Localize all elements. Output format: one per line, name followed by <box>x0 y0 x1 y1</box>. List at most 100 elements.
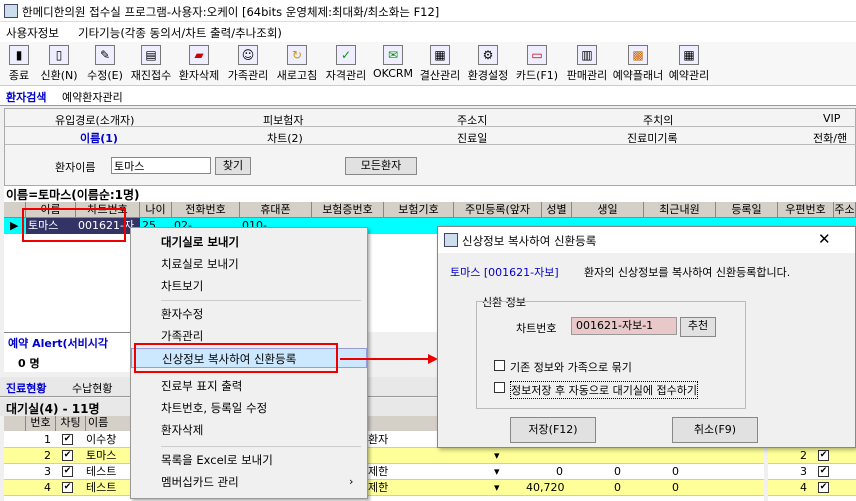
tab-reservation[interactable]: 예약환자관리 <box>62 89 123 105</box>
col-last-visit[interactable]: 최근내원 <box>644 202 716 218</box>
wcol-charting[interactable]: 차팅 <box>56 416 86 431</box>
criteria-chart[interactable]: 차트(2) <box>267 130 303 146</box>
criteria-doctor[interactable]: 주치의 <box>643 112 673 128</box>
patient-name-label: 환자이름 <box>55 161 96 174</box>
tab-payment-status[interactable]: 수납현황 <box>72 380 112 396</box>
menu-user-info[interactable]: 사용자정보 <box>6 25 59 41</box>
crm-icon: ✉ <box>383 45 403 65</box>
col-mobile[interactable]: 휴대폰 <box>240 202 312 218</box>
find-button[interactable]: 찾기 <box>215 157 251 175</box>
charting-checkbox[interactable]: ✔ <box>62 482 73 493</box>
mini-checkbox[interactable]: ✔ <box>818 450 829 461</box>
chart-no-field[interactable]: 001621-자보-1 <box>571 317 677 335</box>
col-zip[interactable]: 우편번호 <box>778 202 834 218</box>
row-pointer-icon: ▶ <box>10 219 19 232</box>
menu-membership-card[interactable]: 멤버십카드 관리 <box>131 472 367 492</box>
settlement-button[interactable]: ▦ 결산관리 <box>416 42 464 86</box>
col-insurance-no[interactable]: 보험증번호 <box>312 202 384 218</box>
list-item[interactable]: 3 ✔ 테스트 제한 ▾ 0 0 0 <box>4 464 764 480</box>
charting-checkbox[interactable]: ✔ <box>62 434 73 445</box>
tab-treatment-status[interactable]: 진료현황 <box>6 380 46 396</box>
reservation-button[interactable]: ▦ 예약관리 <box>664 42 714 86</box>
dropdown-arrow-icon[interactable]: ▾ <box>492 448 500 464</box>
wrow-no: 3 <box>44 465 51 478</box>
dropdown-arrow-icon[interactable]: ▾ <box>492 480 500 496</box>
dialog-title-bar: 신상정보 복사하여 신환등록 ✕ <box>438 227 855 253</box>
family-button[interactable]: ☺ 가족관리 <box>224 42 272 86</box>
mini-checkbox[interactable]: ✔ <box>818 482 829 493</box>
dialog-title: 신상정보 복사하여 신환등록 <box>462 234 597 248</box>
menu-delete-patient[interactable]: 환자삭제 <box>131 420 367 440</box>
title-bar: 한메디한의원 접수실 프로그램-사용자:오케이 [64bits 운영체제:최대화… <box>0 0 856 22</box>
all-patients-button[interactable]: 모든환자 <box>345 157 417 175</box>
save-button[interactable]: 저장(F12) <box>510 417 596 443</box>
criteria-vip[interactable]: VIP <box>823 112 840 125</box>
new-patient-button[interactable]: ▯ 신환(N) <box>37 42 81 86</box>
nav-tabs: 환자검색 예약환자관리 <box>0 86 856 106</box>
charting-checkbox[interactable]: ✔ <box>62 466 73 477</box>
settings-button[interactable]: ⚙ 환경설정 <box>464 42 512 86</box>
family-link-checkbox[interactable] <box>494 360 505 371</box>
recommend-button[interactable]: 추천 <box>680 317 716 337</box>
menu-export-excel[interactable]: 목록을 Excel로 보내기 <box>131 450 367 470</box>
charting-checkbox[interactable]: ✔ <box>62 450 73 461</box>
col-age[interactable]: 나이 <box>140 202 172 218</box>
card-button[interactable]: ▭ 카드(F1) <box>512 42 562 86</box>
criteria-visit-date[interactable]: 진료일 <box>457 130 487 146</box>
list-item[interactable]: 2 ✔ <box>768 448 856 464</box>
col-reg-date[interactable]: 등록일 <box>716 202 778 218</box>
menu-view-chart[interactable]: 차트보기 <box>131 276 367 296</box>
submenu-arrow-icon: › <box>349 475 354 488</box>
list-item[interactable]: 3 ✔ <box>768 464 856 480</box>
menu-send-waiting[interactable]: 대기실로 보내기 <box>131 232 367 252</box>
col-gender[interactable]: 성별 <box>542 202 572 218</box>
col-insurance-code[interactable]: 보험기호 <box>384 202 454 218</box>
col-phone[interactable]: 전화번호 <box>172 202 240 218</box>
menu-send-treatment[interactable]: 치료실로 보내기 <box>131 254 367 274</box>
menu-edit-chart-no[interactable]: 차트번호, 등록일 수정 <box>131 398 367 418</box>
settlement-icon: ▦ <box>430 45 450 65</box>
grid-header: 이름 차트번호 나이 전화번호 휴대폰 보험증번호 보험기호 주민등록(앞자 성… <box>4 202 856 218</box>
menu-edit-patient[interactable]: 환자수정 <box>131 304 367 324</box>
calendar-icon: ▦ <box>679 45 699 65</box>
search-criteria-row2: 이름(1) 차트(2) 진료일 진료미기록 전화/핸 <box>5 129 856 145</box>
col-address[interactable]: 주소 <box>834 202 856 218</box>
wcol-no[interactable]: 번호 <box>26 416 56 431</box>
patient-name-input[interactable]: 토마스 <box>111 157 211 174</box>
dropdown-arrow-icon[interactable]: ▾ <box>492 464 500 480</box>
cancel-button[interactable]: 취소(F9) <box>672 417 758 443</box>
planner-icon: ▩ <box>628 45 648 65</box>
criteria-unrecorded[interactable]: 진료미기록 <box>627 130 678 146</box>
tab-patient-search[interactable]: 환자검색 <box>6 89 46 105</box>
revisit-button[interactable]: ▤ 재진접수 <box>128 42 174 86</box>
delete-patient-button[interactable]: ▰ 환자삭제 <box>175 42 223 86</box>
wrow-name: 테스트 <box>86 465 117 478</box>
criteria-insured[interactable]: 피보험자 <box>263 112 303 128</box>
close-icon[interactable]: ✕ <box>818 230 831 248</box>
planner-button[interactable]: ▩ 예약플래너 <box>612 42 664 86</box>
menu-print-cover[interactable]: 진료부 표지 출력 <box>131 376 367 396</box>
criteria-phone[interactable]: 전화/핸 <box>813 130 847 146</box>
mini-checkbox[interactable]: ✔ <box>818 466 829 477</box>
criteria-referral[interactable]: 유입경로(소개자) <box>55 112 134 128</box>
list-item[interactable]: 2 ✔ 토마스 ▾ <box>4 448 764 464</box>
sales-button[interactable]: ▥ 판매관리 <box>562 42 612 86</box>
wrow-no: 1 <box>44 433 51 446</box>
qualification-button[interactable]: ✓ 자격관리 <box>322 42 370 86</box>
edit-button[interactable]: ✎ 수정(E) <box>83 42 127 86</box>
wrow-v1: 0 <box>556 465 563 478</box>
criteria-address[interactable]: 주소지 <box>457 112 487 128</box>
wrow-name: 토마스 <box>86 449 117 462</box>
criteria-name[interactable]: 이름(1) <box>80 130 118 146</box>
list-item[interactable]: 4 ✔ 테스트 제한 ▾ 40,720 0 0 <box>4 480 764 496</box>
refresh-button[interactable]: ↻ 새로고침 <box>273 42 321 86</box>
exit-button[interactable]: ▮ 종료 <box>2 42 36 86</box>
menu-separator <box>161 446 361 447</box>
okcrm-button[interactable]: ✉ OKCRM <box>370 42 416 86</box>
col-resident-no[interactable]: 주민등록(앞자 <box>454 202 542 218</box>
app-icon <box>4 4 18 18</box>
list-item[interactable]: 4 ✔ <box>768 480 856 496</box>
menu-other-functions[interactable]: 기타기능(각종 동의서/차트 출력/추나조회) <box>78 25 282 41</box>
auto-register-checkbox[interactable] <box>494 382 505 393</box>
col-birthday[interactable]: 생일 <box>572 202 644 218</box>
